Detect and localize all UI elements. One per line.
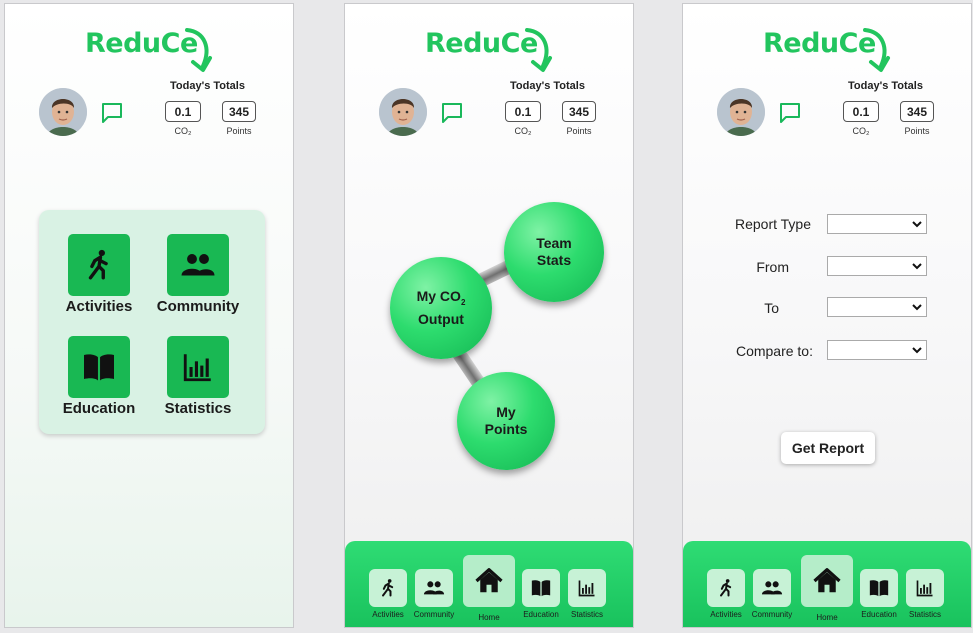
logo-arrow-icon (185, 28, 212, 72)
totals-title: Today's Totals (510, 80, 585, 92)
my-co2-output-bubble[interactable]: My CO2 Output (390, 257, 492, 359)
co2-value: 0.1 (505, 101, 541, 122)
bar-chart-icon (906, 569, 944, 607)
to-select[interactable] (827, 297, 927, 317)
report-type-select[interactable] (827, 214, 927, 234)
book-icon (860, 569, 898, 607)
nav-item-education[interactable]: Education (519, 569, 563, 619)
book-icon (68, 336, 130, 398)
from-select[interactable] (827, 256, 927, 276)
points-label: Points (226, 126, 252, 136)
book-icon (522, 569, 560, 607)
my-co2-prefix: My CO (416, 288, 461, 305)
my-co2-label: My CO2 Output (417, 288, 466, 328)
avatar[interactable] (717, 88, 765, 136)
team-stats-bubble[interactable]: Team Stats (504, 202, 604, 302)
co2-value: 0.1 (843, 101, 879, 122)
bar-chart-icon (568, 569, 606, 607)
logo-arrow-icon (525, 28, 552, 72)
points-label: Points (904, 126, 930, 136)
menu-label: Community (156, 298, 240, 315)
home-icon (801, 555, 853, 607)
menu-label: Education (62, 400, 136, 417)
app-logo: ReduCe (5, 24, 293, 74)
points-value: 345 (900, 101, 934, 122)
app-logo: ReduCe (345, 24, 633, 74)
totals-title: Today's Totals (170, 80, 245, 92)
my-points-bubble[interactable]: My Points (457, 372, 555, 470)
co2-label: CO₂ (852, 126, 870, 136)
menu-label: Statistics (164, 400, 232, 417)
compare-to-label: Compare to: (735, 343, 813, 359)
people-icon (753, 569, 791, 607)
totals-title: Today's Totals (848, 80, 923, 92)
points-label: Points (566, 126, 592, 136)
nav-item-education[interactable]: Education (857, 569, 901, 619)
app-logo: ReduCe (683, 24, 971, 74)
nav-label: Education (861, 610, 897, 619)
chat-icon[interactable] (101, 102, 123, 124)
nav-label: Home (816, 613, 838, 622)
nav-label: Activities (710, 610, 742, 619)
to-label: To (764, 300, 779, 316)
menu-label: Activities (65, 298, 133, 315)
my-co2-suffix: Output (418, 310, 464, 327)
nav-item-community[interactable]: Community (751, 569, 793, 619)
nav-item-home[interactable]: Home (801, 555, 853, 622)
screen-reports: ReduCe Today's Totals 0.1 CO₂ 345 Points… (682, 3, 972, 628)
co2-label: CO₂ (174, 126, 192, 136)
nav-label: Activities (372, 610, 404, 619)
nav-label: Education (523, 610, 559, 619)
avatar[interactable] (379, 88, 427, 136)
chat-icon[interactable] (779, 102, 801, 124)
walking-person-icon (68, 234, 130, 296)
nav-label: Statistics (570, 610, 603, 619)
nav-item-activities[interactable]: Activities (369, 569, 407, 619)
from-label: From (756, 259, 789, 275)
nav-label: Statistics (908, 610, 941, 619)
nav-item-activities[interactable]: Activities (707, 569, 745, 619)
chat-icon[interactable] (441, 102, 463, 124)
home-icon (463, 555, 515, 607)
avatar[interactable] (39, 88, 87, 136)
nav-item-home[interactable]: Home (463, 555, 515, 622)
points-value: 345 (562, 101, 596, 122)
walking-person-icon (707, 569, 745, 607)
bottom-nav: Activities Community Home Education Stat… (345, 541, 633, 627)
points-value: 345 (222, 101, 256, 122)
nav-label: Community (413, 610, 455, 619)
people-icon (167, 234, 229, 296)
compare-to-select[interactable] (827, 340, 927, 360)
nav-item-statistics[interactable]: Statistics (905, 569, 945, 619)
main-menu: Activities Community Education Statistic… (39, 210, 265, 434)
screen-home-menu: ReduCe Today's Totals 0.1 CO₂ 345 Points… (4, 3, 294, 628)
walking-person-icon (369, 569, 407, 607)
report-type-label: Report Type (734, 216, 811, 232)
chevron-down-icon (912, 347, 922, 354)
co2-value: 0.1 (165, 101, 201, 122)
chevron-down-icon (912, 221, 922, 228)
co2-label: CO₂ (514, 126, 532, 136)
menu-item-education[interactable]: Education (49, 336, 149, 417)
chevron-down-icon (912, 304, 922, 311)
menu-item-community[interactable]: Community (148, 234, 248, 315)
nav-item-statistics[interactable]: Statistics (567, 569, 607, 619)
get-report-button[interactable]: Get Report (781, 432, 875, 464)
chevron-down-icon (912, 263, 922, 270)
screen-bubble-dashboard: ReduCe Today's Totals 0.1 CO₂ 345 Points… (344, 3, 634, 628)
nav-label: Community (751, 610, 793, 619)
people-icon (415, 569, 453, 607)
my-co2-sub: 2 (460, 297, 466, 307)
bar-chart-icon (167, 336, 229, 398)
nav-item-community[interactable]: Community (413, 569, 455, 619)
nav-label: Home (478, 613, 500, 622)
menu-item-statistics[interactable]: Statistics (148, 336, 248, 417)
logo-arrow-icon (863, 28, 890, 72)
bottom-nav: Activities Community Home Education Stat… (683, 541, 971, 627)
menu-item-activities[interactable]: Activities (49, 234, 149, 315)
